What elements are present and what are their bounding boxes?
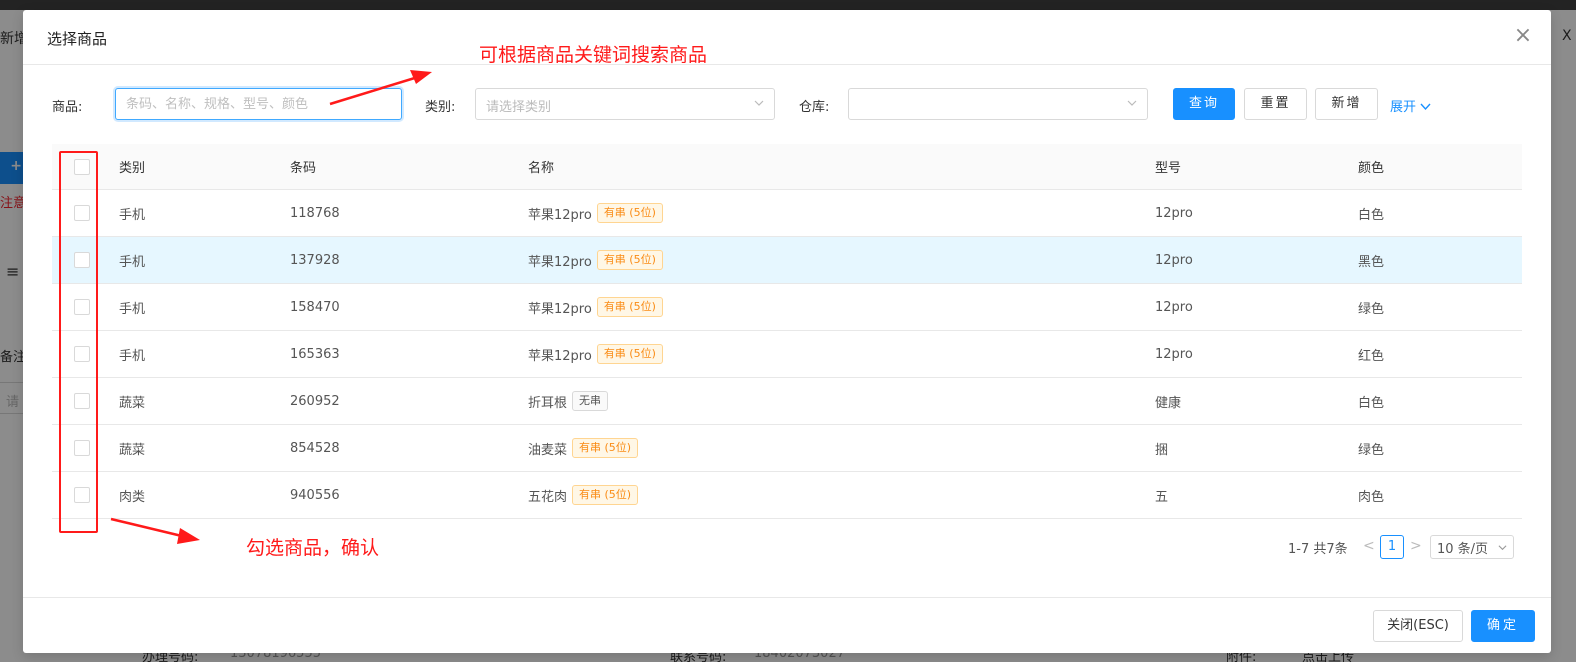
column-header-category: 类别 <box>119 161 146 176</box>
row-color: 绿色 <box>1358 301 1385 317</box>
row-barcode: 118768 <box>290 205 340 221</box>
product-table: 类别 条码 名称 型号 颜色 手机 118768 苹果12pro 有串 (5位) … <box>52 144 1522 519</box>
row-category: 肉类 <box>119 489 146 505</box>
chevron-down-icon <box>754 100 764 106</box>
add-button[interactable]: 新增 <box>1315 88 1378 120</box>
pagination-prev-icon[interactable]: < <box>1363 538 1375 554</box>
column-header-barcode: 条码 <box>290 161 317 176</box>
category-placeholder: 请选择类别 <box>486 100 552 115</box>
row-model: 12pro <box>1155 205 1193 221</box>
row-model: 健康 <box>1155 395 1182 411</box>
category-select[interactable]: 请选择类别 <box>475 88 775 120</box>
row-name: 苹果12pro <box>528 254 592 270</box>
column-header-name: 名称 <box>528 161 555 176</box>
row-barcode: 854528 <box>290 440 340 456</box>
table-header: 类别 条码 名称 型号 颜色 <box>52 144 1522 190</box>
row-category: 蔬菜 <box>119 395 146 411</box>
column-header-model: 型号 <box>1155 161 1182 176</box>
row-color: 肉色 <box>1358 489 1385 505</box>
row-category: 手机 <box>119 207 146 223</box>
product-label: 商品: <box>52 100 83 115</box>
page-size-value: 10 条/页 <box>1437 542 1489 557</box>
row-barcode: 158470 <box>290 299 340 315</box>
row-name: 折耳根 <box>528 395 568 411</box>
table-row[interactable]: 肉类 940556 五花肉 有串 (5位) 五 肉色 <box>52 472 1522 519</box>
page-size-select[interactable]: 10 条/页 <box>1430 535 1514 559</box>
serial-tag: 有串 (5位) <box>596 203 663 223</box>
product-search-input[interactable] <box>115 88 402 120</box>
chevron-down-icon <box>1127 100 1137 106</box>
row-name: 苹果12pro <box>528 301 592 317</box>
chevron-down-icon <box>1420 103 1431 111</box>
row-category: 手机 <box>119 301 146 317</box>
search-hint-annotation: 可根据商品关键词搜索商品 <box>479 44 708 66</box>
table-body: 手机 118768 苹果12pro 有串 (5位) 12pro 白色 手机 137… <box>52 190 1522 519</box>
row-name-cell: 油麦菜 有串 (5位) <box>528 425 639 471</box>
pagination-total: 1-7 共7条 <box>1288 542 1348 557</box>
reset-button[interactable]: 重置 <box>1244 88 1307 120</box>
filter-row: 商品: 类别: 请选择类别 仓库: 查询 重置 新增 展开 <box>23 88 1551 122</box>
row-color: 红色 <box>1358 348 1385 364</box>
row-barcode: 940556 <box>290 487 340 503</box>
table-row[interactable]: 蔬菜 854528 油麦菜 有串 (5位) 捆 绿色 <box>52 425 1522 472</box>
row-model: 12pro <box>1155 299 1193 315</box>
row-barcode: 137928 <box>290 252 340 268</box>
modal-footer: 关闭(ESC) 确定 <box>23 597 1551 653</box>
row-color: 白色 <box>1358 207 1385 223</box>
row-model: 12pro <box>1155 252 1193 268</box>
serial-tag: 有串 (5位) <box>572 438 639 458</box>
modal-header: 选择商品 × <box>23 10 1551 65</box>
column-header-color: 颜色 <box>1358 161 1385 176</box>
table-row[interactable]: 手机 165363 苹果12pro 有串 (5位) 12pro 红色 <box>52 331 1522 378</box>
table-row[interactable]: 蔬菜 260952 折耳根 无串 健康 白色 <box>52 378 1522 425</box>
row-name-cell: 苹果12pro 有串 (5位) <box>528 190 663 236</box>
close-esc-button[interactable]: 关闭(ESC) <box>1373 610 1463 642</box>
confirm-button[interactable]: 确定 <box>1471 610 1535 642</box>
row-color: 白色 <box>1358 395 1385 411</box>
close-icon[interactable]: × <box>1511 24 1535 48</box>
query-button[interactable]: 查询 <box>1173 88 1235 120</box>
row-model: 捆 <box>1155 442 1169 458</box>
row-name: 五花肉 <box>528 489 568 505</box>
row-name-cell: 折耳根 无串 <box>528 378 609 424</box>
expand-link[interactable]: 展开 <box>1390 96 1431 115</box>
row-model: 12pro <box>1155 346 1193 362</box>
row-name: 苹果12pro <box>528 348 592 364</box>
modal-title: 选择商品 <box>47 30 108 48</box>
row-name: 苹果12pro <box>528 207 592 223</box>
row-color: 绿色 <box>1358 442 1385 458</box>
row-name-cell: 五花肉 有串 (5位) <box>528 472 639 518</box>
serial-tag: 有串 (5位) <box>596 297 663 317</box>
expand-label: 展开 <box>1390 100 1417 115</box>
row-category: 手机 <box>119 348 146 364</box>
table-row[interactable]: 手机 158470 苹果12pro 有串 (5位) 12pro 绿色 <box>52 284 1522 331</box>
row-category: 蔬菜 <box>119 442 146 458</box>
row-color: 黑色 <box>1358 254 1385 270</box>
serial-tag: 有串 (5位) <box>596 344 663 364</box>
chevron-down-icon <box>1498 545 1507 551</box>
pagination-page-1[interactable]: 1 <box>1380 535 1404 559</box>
row-name-cell: 苹果12pro 有串 (5位) <box>528 237 663 283</box>
serial-tag: 无串 <box>572 391 609 411</box>
row-barcode: 260952 <box>290 393 340 409</box>
serial-tag: 有串 (5位) <box>596 250 663 270</box>
row-model: 五 <box>1155 489 1169 505</box>
row-name-cell: 苹果12pro 有串 (5位) <box>528 331 663 377</box>
category-label: 类别: <box>425 100 456 115</box>
table-row[interactable]: 手机 118768 苹果12pro 有串 (5位) 12pro 白色 <box>52 190 1522 237</box>
checkbox-highlight-box <box>59 151 98 533</box>
serial-tag: 有串 (5位) <box>572 485 639 505</box>
pagination-next-icon[interactable]: > <box>1410 538 1422 554</box>
select-hint-annotation: 勾选商品，确认 <box>246 537 380 559</box>
row-name: 油麦菜 <box>528 442 568 458</box>
row-barcode: 165363 <box>290 346 340 362</box>
warehouse-select[interactable] <box>848 88 1148 120</box>
table-row[interactable]: 手机 137928 苹果12pro 有串 (5位) 12pro 黑色 <box>52 237 1522 284</box>
row-category: 手机 <box>119 254 146 270</box>
row-name-cell: 苹果12pro 有串 (5位) <box>528 284 663 330</box>
warehouse-label: 仓库: <box>799 100 830 115</box>
